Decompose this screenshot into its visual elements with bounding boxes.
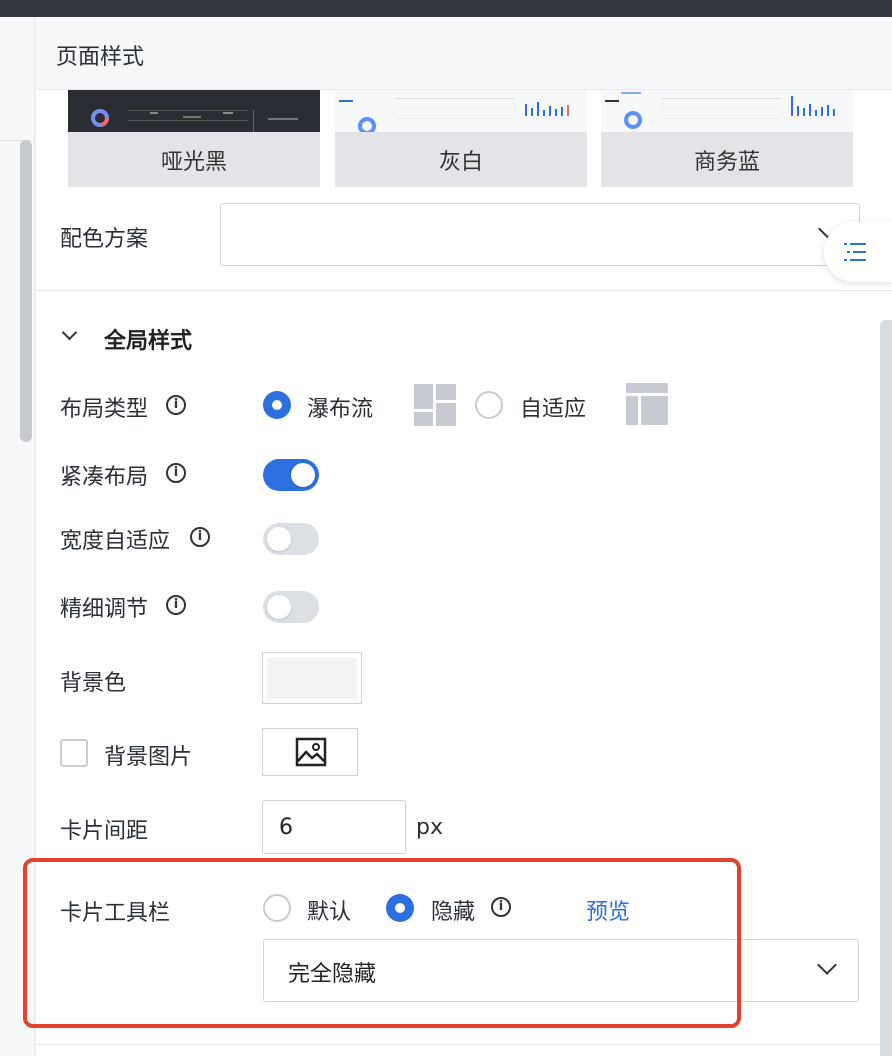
card-spacing-value: 6	[279, 815, 293, 840]
theme-name: 灰白	[438, 150, 483, 175]
card-spacing-input[interactable]: 6	[262, 800, 406, 854]
width-adaptive-toggle[interactable]	[263, 523, 319, 555]
info-icon[interactable]: i	[190, 527, 210, 547]
toggle-knob	[267, 595, 291, 619]
fine-tune-toggle[interactable]	[263, 591, 319, 623]
compact-layout-toggle[interactable]	[263, 459, 319, 491]
theme-name: 哑光黑	[160, 150, 227, 175]
background-image-upload[interactable]	[262, 728, 358, 776]
theme-thumbnail	[601, 90, 853, 132]
background-color-swatch	[267, 657, 357, 699]
info-icon[interactable]: i	[166, 595, 186, 615]
layout-adaptive-radio[interactable]	[475, 391, 503, 419]
theme-name: 商务蓝	[693, 150, 760, 175]
info-icon[interactable]: i	[166, 395, 186, 415]
panel-scrollbar[interactable]	[880, 320, 892, 1056]
adaptive-layout-icon	[626, 383, 668, 425]
left-scrollbar[interactable]	[20, 140, 32, 442]
background-color-label: 背景色	[60, 671, 127, 696]
list-icon	[844, 243, 866, 261]
background-image-checkbox[interactable]	[60, 739, 88, 767]
theme-thumbnail	[68, 90, 320, 132]
section-divider	[36, 1044, 892, 1045]
waterfall-layout-icon	[414, 384, 456, 426]
layout-type-label: 布局类型	[60, 397, 149, 422]
theme-card-business-blue[interactable]: 商务蓝	[601, 90, 853, 187]
theme-card-matte-black[interactable]: 哑光黑	[68, 90, 320, 187]
background-image-label: 背景图片	[104, 745, 193, 770]
card-spacing-label: 卡片间距	[60, 819, 149, 844]
compact-layout-label: 紧凑布局	[60, 465, 149, 490]
global-style-title[interactable]: 全局样式	[104, 323, 192, 355]
theme-list: 哑光黑 灰白 商务蓝	[68, 90, 858, 187]
chevron-down-icon[interactable]	[61, 324, 78, 341]
info-icon[interactable]: i	[166, 463, 186, 483]
top-bar	[0, 0, 892, 17]
layout-adaptive-label[interactable]: 自适应	[520, 391, 586, 423]
image-icon	[295, 737, 327, 767]
card-spacing-unit: px	[416, 815, 443, 840]
fine-tune-label: 精细调节	[60, 597, 149, 622]
background-color-picker[interactable]	[262, 652, 362, 704]
panel-title: 页面样式	[56, 45, 145, 70]
section-divider	[36, 290, 892, 291]
width-adaptive-label: 宽度自适应	[60, 529, 171, 554]
highlight-annotation-box	[23, 858, 741, 1028]
chevron-down-icon	[817, 955, 837, 975]
panel-header: 页面样式	[36, 17, 892, 90]
theme-card-gray-white[interactable]: 灰白	[335, 90, 587, 187]
color-scheme-select[interactable]	[220, 203, 860, 266]
color-scheme-label: 配色方案	[60, 227, 149, 252]
layout-waterfall-radio[interactable]	[263, 391, 291, 419]
toggle-knob	[267, 527, 291, 551]
theme-thumbnail	[335, 90, 587, 132]
toggle-knob	[291, 463, 315, 487]
outline-float-button[interactable]	[824, 222, 892, 282]
layout-waterfall-label[interactable]: 瀑布流	[307, 391, 373, 423]
